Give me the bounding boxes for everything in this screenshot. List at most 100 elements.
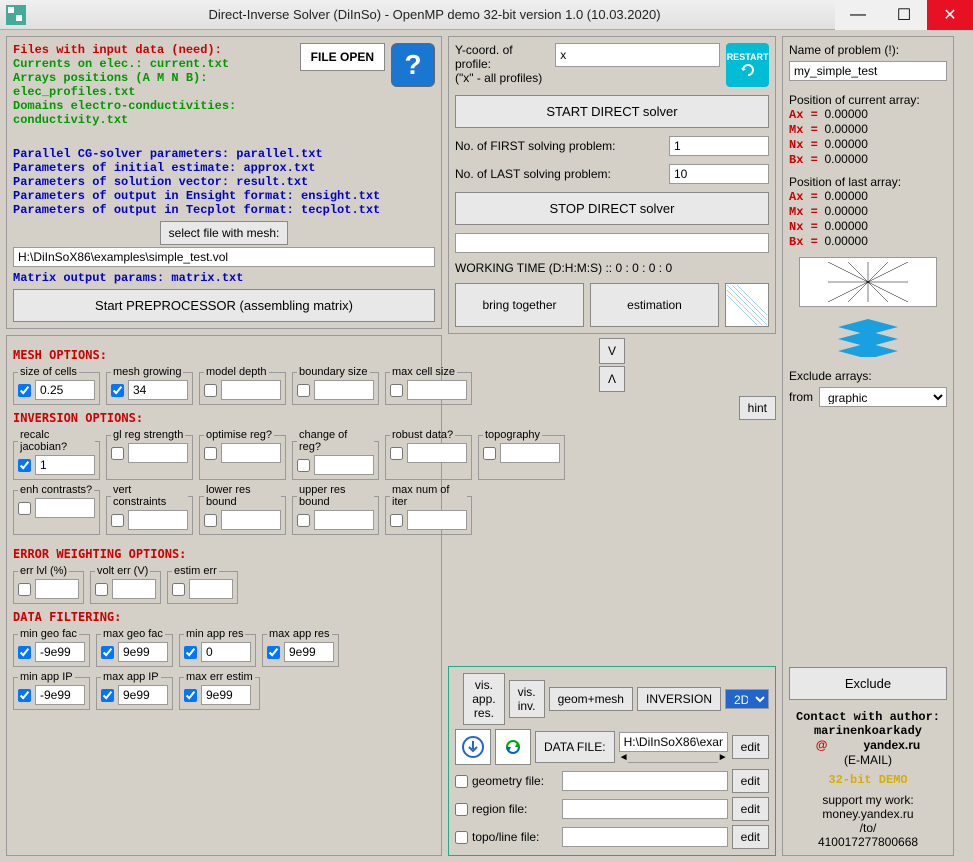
- pos-current-label: Position of current array:: [789, 93, 947, 107]
- inversion-options-header: INVERSION OPTIONS:: [13, 411, 435, 425]
- maxip-check[interactable]: [101, 689, 114, 702]
- ycoord-input[interactable]: [555, 43, 720, 67]
- chg-reg-input[interactable]: [314, 455, 374, 475]
- geom-mesh-button[interactable]: geom+mesh: [549, 687, 633, 711]
- no-last-label: No. of LAST solving problem:: [455, 167, 663, 181]
- progress-bar: [455, 233, 769, 253]
- mesh-growing-check[interactable]: [111, 384, 124, 397]
- region-file-check[interactable]: [455, 803, 468, 816]
- no-first-input[interactable]: [669, 136, 769, 156]
- topo-file-edit[interactable]: edit: [732, 825, 769, 849]
- model-depth-check[interactable]: [204, 384, 217, 397]
- maxapp-input[interactable]: [284, 642, 334, 662]
- estimerr-check[interactable]: [172, 583, 185, 596]
- errlvl-check[interactable]: [18, 583, 31, 596]
- topo-file-input[interactable]: [562, 827, 728, 847]
- opt-reg-check[interactable]: [204, 447, 217, 460]
- error-weighting-header: ERROR WEIGHTING OPTIONS:: [13, 547, 339, 561]
- model-depth-input[interactable]: [221, 380, 281, 400]
- down-icon[interactable]: [455, 729, 491, 765]
- data-file-button[interactable]: DATA FILE:: [535, 731, 615, 763]
- boundary-size-input[interactable]: [314, 380, 374, 400]
- gl-reg-input[interactable]: [128, 443, 188, 463]
- estimerr-input[interactable]: [189, 579, 233, 599]
- start-direct-button[interactable]: START DIRECT solver: [455, 95, 769, 128]
- minip-input[interactable]: [35, 685, 85, 705]
- minip-check[interactable]: [18, 689, 31, 702]
- bring-button[interactable]: bring together: [455, 283, 584, 327]
- upper-input[interactable]: [314, 510, 374, 530]
- data-filtering-header: DATA FILTERING:: [13, 610, 339, 624]
- opt-reg-input[interactable]: [221, 443, 281, 463]
- gl-reg-check[interactable]: [111, 447, 124, 460]
- vis-inv-button[interactable]: vis. inv.: [509, 680, 545, 718]
- geom-file-edit[interactable]: edit: [732, 769, 769, 793]
- data-file-input[interactable]: [619, 732, 728, 752]
- dim-select[interactable]: 2D: [725, 689, 769, 709]
- errlvl-input[interactable]: [35, 579, 79, 599]
- star-preview[interactable]: [799, 257, 937, 307]
- chg-reg-check[interactable]: [297, 459, 310, 472]
- enh-input[interactable]: [35, 498, 95, 518]
- collapse-down-button[interactable]: Λ: [599, 366, 625, 392]
- mingeo-input[interactable]: [35, 642, 85, 662]
- file-open-button[interactable]: FILE OPEN: [300, 43, 385, 71]
- region-file-edit[interactable]: edit: [732, 797, 769, 821]
- collapse-up-button[interactable]: V: [599, 338, 625, 364]
- layers-preview[interactable]: [799, 315, 937, 359]
- no-last-input[interactable]: [669, 164, 769, 184]
- lower-input[interactable]: [221, 510, 281, 530]
- exclude-select[interactable]: graphic: [819, 387, 947, 407]
- volterr-check[interactable]: [95, 583, 108, 596]
- maxgeo-check[interactable]: [101, 646, 114, 659]
- minimize-button[interactable]: —: [835, 0, 881, 30]
- maxip-input[interactable]: [118, 685, 168, 705]
- refresh-icon[interactable]: [495, 729, 531, 765]
- vert-check[interactable]: [111, 514, 124, 527]
- maxiter-check[interactable]: [390, 514, 403, 527]
- maximize-button[interactable]: ☐: [881, 0, 927, 30]
- volterr-input[interactable]: [112, 579, 156, 599]
- help-button[interactable]: ?: [391, 43, 435, 87]
- minapp-check[interactable]: [184, 646, 197, 659]
- select-mesh-button[interactable]: select file with mesh:: [160, 221, 289, 245]
- inversion-button[interactable]: INVERSION: [637, 687, 721, 711]
- size-cells-input[interactable]: [35, 380, 95, 400]
- geom-file-input[interactable]: [562, 771, 728, 791]
- hint-button[interactable]: hint: [739, 396, 776, 420]
- close-button[interactable]: ✕: [927, 0, 973, 30]
- robust-check[interactable]: [390, 447, 403, 460]
- minapp-input[interactable]: [201, 642, 251, 662]
- data-file-edit[interactable]: edit: [732, 735, 769, 759]
- maxerr-input[interactable]: [201, 685, 251, 705]
- exclude-arrays-label: Exclude arrays:: [789, 369, 947, 383]
- maxgeo-input[interactable]: [118, 642, 168, 662]
- matrix-icon[interactable]: [725, 283, 769, 327]
- topo-file-check[interactable]: [455, 831, 468, 844]
- maxerr-check[interactable]: [184, 689, 197, 702]
- region-file-input[interactable]: [562, 799, 728, 819]
- mesh-path-input[interactable]: [13, 247, 435, 267]
- vert-input[interactable]: [128, 510, 188, 530]
- geom-file-check[interactable]: [455, 775, 468, 788]
- mesh-growing-input[interactable]: [128, 380, 188, 400]
- size-cells-check[interactable]: [18, 384, 31, 397]
- start-preprocessor-button[interactable]: Start PREPROCESSOR (assembling matrix): [13, 289, 435, 322]
- vis-app-res-button[interactable]: vis. app. res.: [463, 673, 504, 725]
- boundary-size-check[interactable]: [297, 384, 310, 397]
- exclude-button[interactable]: Exclude: [789, 667, 947, 700]
- lower-check[interactable]: [204, 514, 217, 527]
- max-cell-check[interactable]: [390, 384, 403, 397]
- stop-direct-button[interactable]: STOP DIRECT solver: [455, 192, 769, 225]
- upper-check[interactable]: [297, 514, 310, 527]
- problem-name-input[interactable]: [789, 61, 947, 81]
- recalc-jac-check[interactable]: [18, 459, 31, 472]
- enh-check[interactable]: [18, 502, 31, 515]
- parallel-line: Parallel CG-solver parameters: parallel.…: [13, 147, 435, 161]
- estimation-button[interactable]: estimation: [590, 283, 719, 327]
- matrix-params-line: Matrix output params: matrix.txt: [13, 271, 435, 285]
- mingeo-check[interactable]: [18, 646, 31, 659]
- recalc-jac-input[interactable]: [35, 455, 95, 475]
- restart-button[interactable]: RESTART: [726, 43, 769, 87]
- maxapp-check[interactable]: [267, 646, 280, 659]
